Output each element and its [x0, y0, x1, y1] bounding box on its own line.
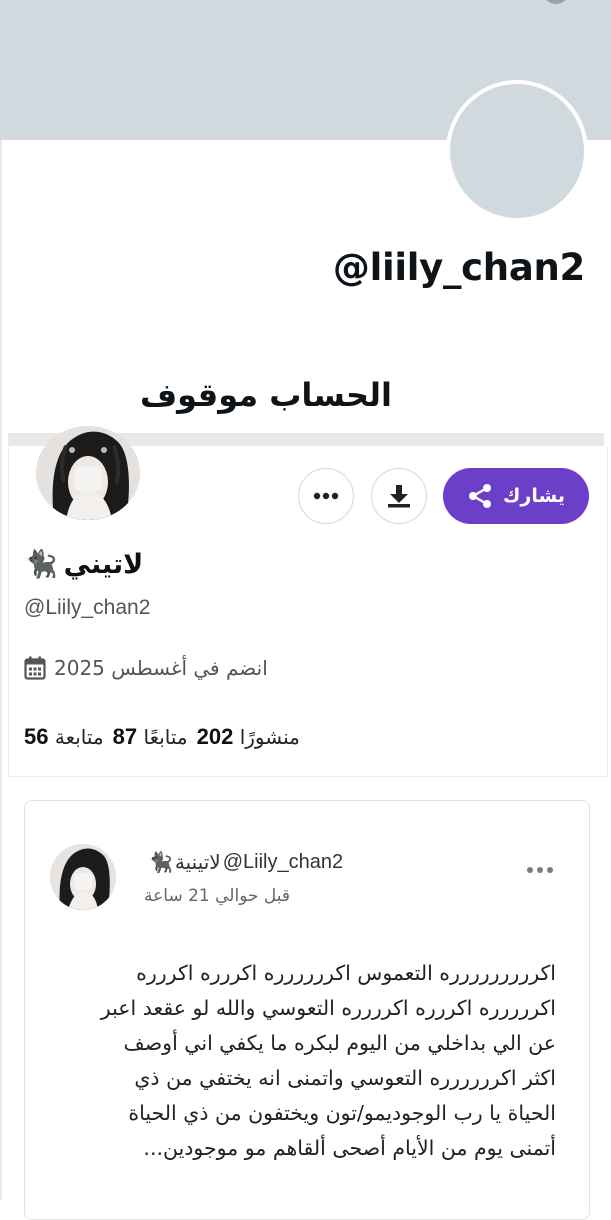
avatar-photo: [36, 426, 140, 520]
posts-label: منشورًا: [239, 725, 300, 749]
profile-handle: @Liily_chan2: [24, 596, 151, 619]
profile-avatar[interactable]: [36, 426, 140, 520]
join-date: انضم في أغسطس 2025: [24, 656, 268, 680]
more-options-button[interactable]: [298, 468, 354, 524]
author-cat-emoji: 🐈‍⬛: [148, 850, 173, 874]
calendar-icon: [24, 656, 46, 680]
post-line: اكثر اكرررررره التعوسي واتمنى انه يختفي …: [134, 1066, 556, 1090]
followers-stat[interactable]: متابعًا 87: [113, 724, 188, 750]
post-author-avatar[interactable]: [50, 844, 116, 910]
posts-count: 202: [196, 724, 234, 749]
profile-stats: منشورًا 202 متابعًا 87 متابعة 56: [24, 724, 300, 750]
banner-fragment: [545, 0, 567, 4]
display-name-text: لاتيني: [63, 548, 144, 580]
post-line: الحياة يا رب الوجوديمو/تون ويختفون من ذي…: [128, 1101, 556, 1125]
post-author-name: لاتينية: [174, 850, 221, 874]
more-dot: [537, 867, 543, 873]
followers-count: 87: [112, 724, 138, 749]
suspended-handle: @liily_chan2: [332, 246, 585, 289]
post-line: أتمنى يوم من الأيام أصحى ألقاهم مو موجود…: [143, 1136, 556, 1160]
profile-display-name: 🐈‍⬛ لاتيني: [24, 548, 144, 581]
post-line: عن الي بداخلي من اليوم لبكره ما يكفي اني…: [123, 1031, 556, 1055]
post-author[interactable]: 🐈‍⬛ لاتينية @Liily_chan2: [148, 850, 343, 874]
page-edge: [0, 0, 2, 1200]
account-suspended-text: الحساب موقوف: [140, 376, 392, 414]
following-label: متابعة: [54, 725, 104, 749]
download-button[interactable]: [371, 468, 427, 524]
suspended-avatar: [446, 80, 588, 222]
download-icon: [388, 485, 410, 508]
share-button[interactable]: يشارك: [443, 468, 589, 524]
more-dot: [547, 867, 553, 873]
posts-stat[interactable]: منشورًا 202: [197, 724, 300, 750]
post-body: اكررررررررره التعموس اكرررررره اكررره اك…: [40, 956, 556, 1166]
more-horizontal-icon: [313, 492, 339, 500]
avatar-photo: [50, 844, 116, 910]
following-count: 56: [24, 724, 49, 749]
cat-emoji: 🐈‍⬛: [24, 549, 58, 580]
post-author-handle: @Liily_chan2: [222, 850, 344, 873]
followers-label: متابعًا: [143, 725, 188, 749]
more-dot: [527, 867, 533, 873]
share-icon: [469, 484, 492, 508]
post-more-button[interactable]: [522, 858, 558, 882]
share-button-label: يشارك: [503, 485, 565, 507]
post-line: اكررررررررره التعموس اكرررررره اكررره اك…: [136, 961, 556, 985]
join-date-text: انضم في أغسطس 2025: [54, 656, 268, 680]
following-stat[interactable]: متابعة 56: [24, 724, 104, 750]
post-timestamp: قبل حوالي 21 ساعة: [144, 886, 291, 906]
post-line: اكررررره اكررره اكرررره التعوسي والله لو…: [100, 996, 556, 1020]
